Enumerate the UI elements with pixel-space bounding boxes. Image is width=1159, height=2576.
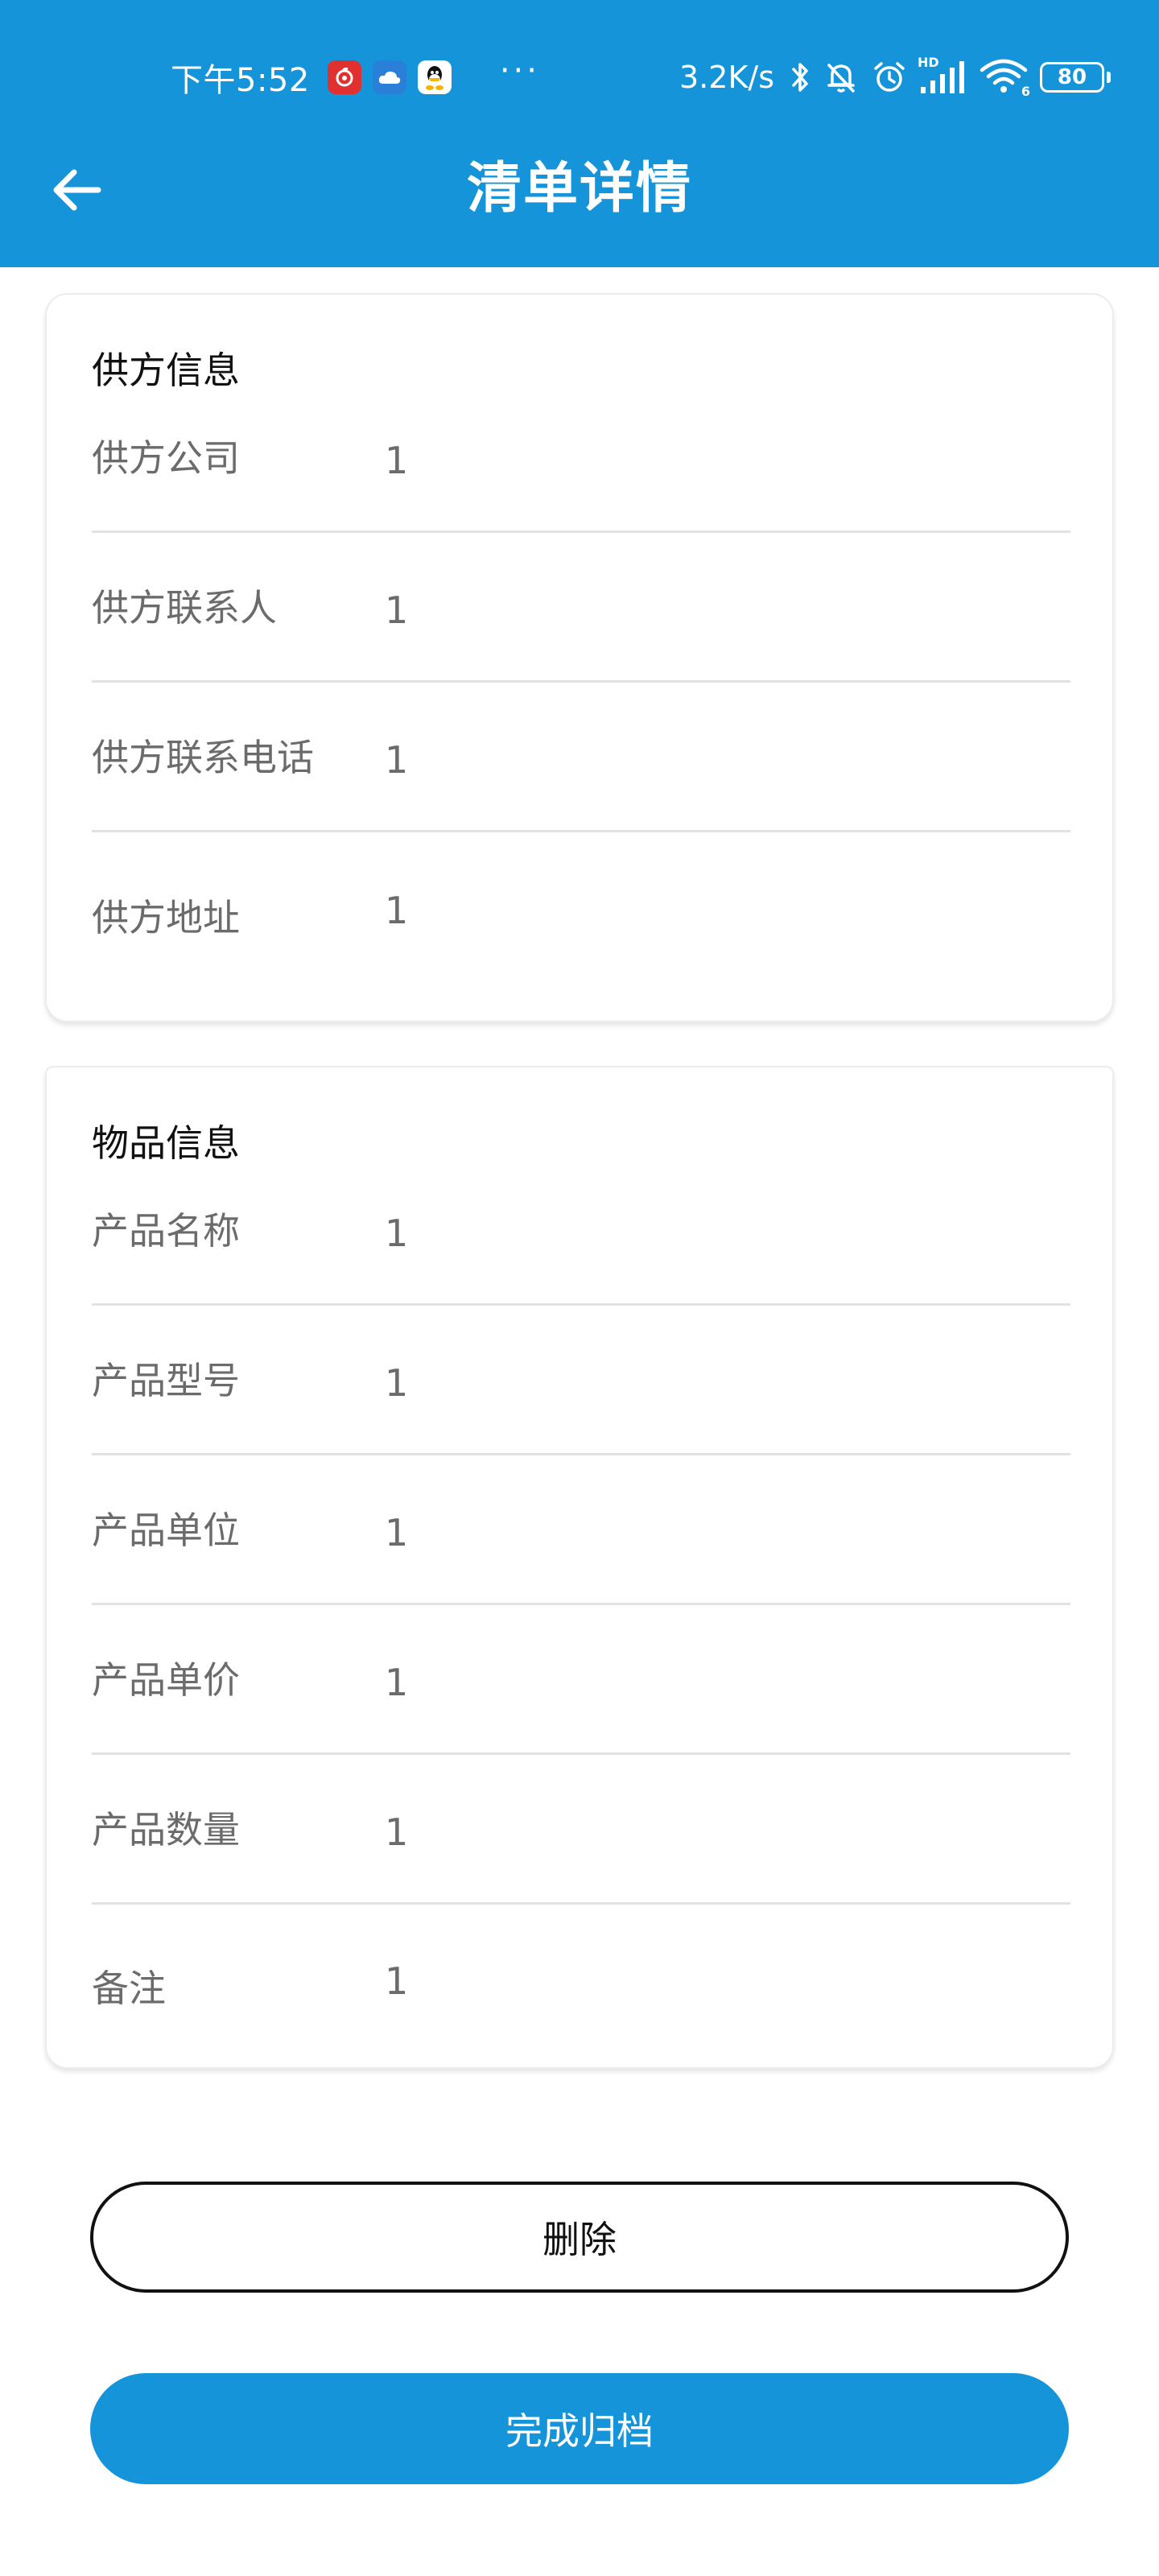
row-label: 产品单位 [92,1509,240,1552]
battery-level: 80 [1040,62,1104,93]
supplier-row-address: 供方地址 1 [92,832,1070,982]
row-value: 1 [385,1810,409,1854]
supplier-row-phone: 供方联系电话 1 [92,683,1070,832]
row-label: 供方联系人 [92,586,277,630]
supplier-section-title: 供方信息 [92,349,240,392]
cloud-icon [372,60,406,94]
app-bar: 清单详情 [0,145,1159,233]
status-bar: 下午5:52 ··· 3.2K/s HD 6 80 [0,48,1159,106]
row-label: 供方地址 [92,896,240,939]
bell-off-icon [823,59,860,96]
app-screen: 下午5:52 ··· 3.2K/s HD 6 80 清单详情 供方信息 供方公司… [0,0,1159,2576]
row-value: 1 [385,439,409,482]
row-label: 产品单价 [92,1658,240,1702]
row-value: 1 [385,1361,409,1405]
status-left: 下午5:52 ··· [171,48,540,106]
network-speed: 3.2K/s [679,60,774,95]
item-rows: 产品名称 1 产品型号 1 产品单位 1 产品单价 1 产品数量 1 备注 1 [92,1188,1070,2054]
row-value: 1 [385,889,409,932]
arrow-left-icon [53,169,101,211]
complete-archive-button[interactable]: 完成归档 [90,2373,1069,2484]
item-row-model: 产品型号 1 [92,1306,1070,1455]
delete-button[interactable]: 删除 [90,2182,1069,2293]
row-label: 产品名称 [92,1209,240,1253]
netease-music-icon [327,60,361,94]
supplier-info-card: 供方信息 供方公司 1 供方联系人 1 供方联系电话 1 供方地址 1 [45,293,1114,1022]
signal-hd-label: HD [918,55,939,70]
more-notifications-indicator: ··· [499,52,540,89]
header: 下午5:52 ··· 3.2K/s HD 6 80 清单详情 [0,0,1159,267]
alarm-icon [871,59,908,96]
supplier-rows: 供方公司 1 供方联系人 1 供方联系电话 1 供方地址 1 [92,415,1070,982]
qq-icon [417,60,452,94]
item-section-title: 物品信息 [92,1121,240,1165]
item-row-remark: 备注 1 [92,1905,1070,2054]
row-value: 1 [385,1661,409,1704]
item-row-name: 产品名称 1 [92,1188,1070,1306]
wifi-6-label: 6 [1021,84,1030,99]
item-info-card: 物品信息 产品名称 1 产品型号 1 产品单位 1 产品单价 1 产品数量 1 [45,1066,1114,2069]
row-label: 产品数量 [92,1808,240,1852]
supplier-row-company: 供方公司 1 [92,415,1070,533]
row-label: 产品型号 [92,1359,240,1402]
supplier-row-contact: 供方联系人 1 [92,533,1070,683]
bluetooth-icon [789,60,811,95]
signal-icon: HD [918,55,967,95]
row-value: 1 [385,738,409,782]
row-value: 1 [385,1511,409,1554]
row-label: 供方公司 [92,436,240,480]
wifi-icon: 6 [979,59,1030,99]
battery-cap [1107,72,1111,83]
row-value: 1 [385,588,409,632]
page-title: 清单详情 [466,157,692,221]
item-row-price: 产品单价 1 [92,1605,1070,1755]
row-label: 供方联系电话 [92,736,314,779]
back-button[interactable] [45,161,109,219]
status-time: 下午5:52 [171,62,310,99]
status-right: 3.2K/s HD 6 80 [679,48,1111,106]
item-row-quantity: 产品数量 1 [92,1755,1070,1905]
row-value: 1 [385,1212,409,1255]
battery-icon: 80 [1040,62,1111,93]
item-row-unit: 产品单位 1 [92,1455,1070,1605]
row-label: 备注 [92,1967,166,2010]
row-value: 1 [385,1959,409,2003]
